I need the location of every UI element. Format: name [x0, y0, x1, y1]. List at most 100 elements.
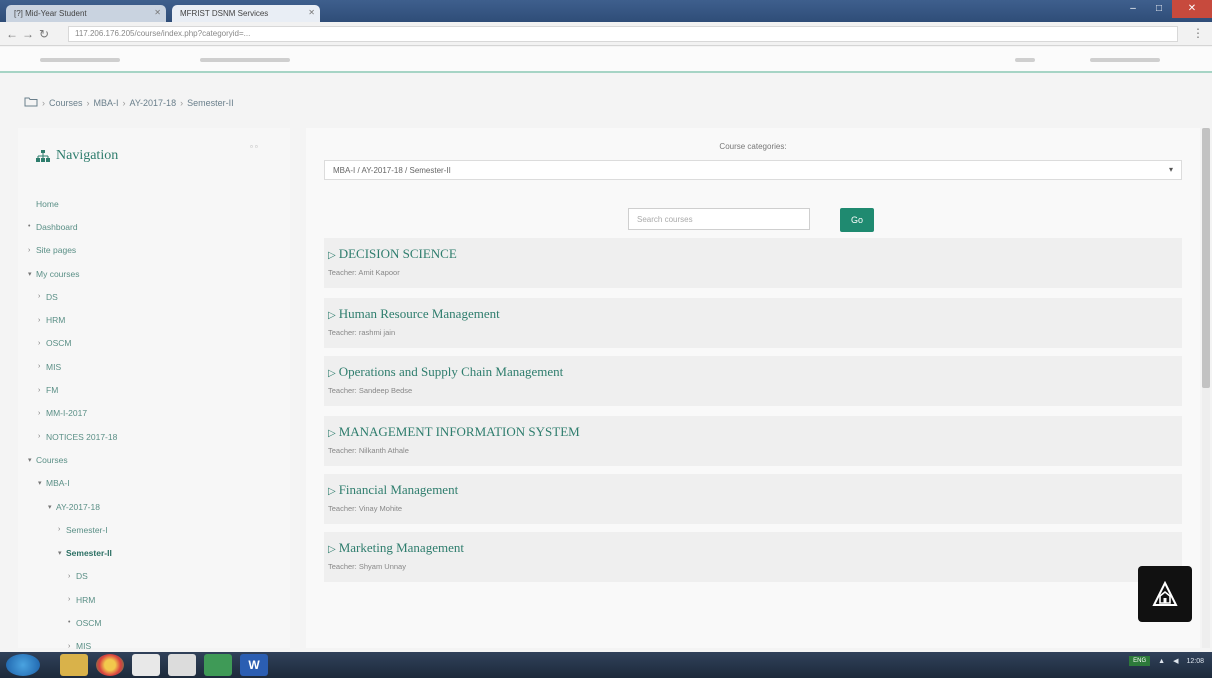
course-item: ▷ Financial Management Teacher: Vinay Mohi… [324, 474, 1182, 524]
breadcrumb-separator: › [42, 97, 45, 108]
tree-arrow-icon[interactable]: › [38, 363, 46, 370]
course-name-link[interactable]: ▷ MANAGEMENT INFORMATION SYSTEM [328, 424, 580, 440]
forward-icon[interactable]: → [20, 26, 36, 42]
tree-arrow-icon[interactable]: ▾ [38, 479, 46, 487]
nav-tree-item[interactable]: › Site pages [28, 239, 278, 262]
nav-tree-item[interactable]: ▾ MBA-I [28, 472, 278, 495]
nav-tree-item[interactable]: › OSCM [28, 332, 278, 355]
breadcrumb-semester[interactable]: Semester-II [187, 98, 234, 108]
tree-arrow-icon[interactable]: ▾ [58, 549, 66, 557]
course-teacher[interactable]: Teacher: Shyam Unnay [328, 562, 406, 571]
breadcrumb-mba[interactable]: MBA-I [94, 98, 119, 108]
browser-tab-2[interactable]: MFRIST DSNM Services ✕ [172, 5, 320, 22]
header-menu-item[interactable] [40, 58, 120, 62]
nav-tree-item[interactable]: • Dashboard [28, 215, 278, 238]
nav-tree-item-label: NOTICES 2017-18 [46, 431, 118, 442]
nav-tree-item-label: OSCM [76, 617, 102, 628]
scrollbar-thumb[interactable] [1202, 128, 1210, 388]
tree-arrow-icon[interactable]: › [38, 410, 46, 417]
tree-arrow-icon[interactable]: • [28, 223, 36, 230]
tree-arrow-icon[interactable]: › [38, 433, 46, 440]
volume-icon[interactable]: ◀ [1173, 657, 1178, 665]
nav-tree-item-label: DS [46, 291, 58, 302]
tree-arrow-icon[interactable]: › [58, 526, 66, 533]
nav-tree-item-label: Semester-II [66, 548, 112, 559]
course-name-link[interactable]: ▷ DECISION SCIENCE [328, 246, 457, 262]
tree-arrow-icon[interactable]: › [28, 247, 36, 254]
close-window-icon[interactable]: ✕ [1172, 0, 1212, 18]
explorer-icon[interactable] [60, 654, 88, 676]
nav-tree-item[interactable]: › DS [28, 565, 278, 588]
app-icon[interactable] [168, 654, 196, 676]
course-teacher[interactable]: Teacher: Sandeep Bedse [328, 386, 412, 395]
nav-tree-item[interactable]: ▾ My courses [28, 262, 278, 285]
tree-arrow-icon[interactable]: › [38, 317, 46, 324]
url-field[interactable]: 117.206.176.205/course/index.php?categor… [68, 26, 1178, 42]
nav-tree-item-label: MBA-I [46, 478, 70, 489]
course-teacher[interactable]: Teacher: rashmi jain [328, 328, 395, 337]
tree-arrow-icon[interactable]: › [38, 293, 46, 300]
search-courses-input[interactable]: Search courses [628, 208, 810, 230]
nav-tree-item[interactable]: › MM-I-2017 [28, 402, 278, 425]
reload-icon[interactable]: ↻ [36, 26, 52, 42]
browser-tab-1[interactable]: [?] Mid-Year Student ✕ [6, 5, 166, 22]
course-name-link[interactable]: ▷ Human Resource Management [328, 306, 500, 322]
nav-tree-item[interactable]: › HRM [28, 588, 278, 611]
tree-arrow-icon[interactable]: ▾ [28, 456, 36, 464]
nav-tree-item-label: MM-I-2017 [46, 408, 88, 419]
tree-arrow-icon[interactable]: ▾ [28, 270, 36, 278]
nav-tree-item-label: Courses [36, 454, 68, 465]
clock[interactable]: 12:08 [1186, 658, 1204, 665]
nav-tree-item[interactable]: › FM [28, 378, 278, 401]
course-name-link[interactable]: ▷ Financial Management [328, 482, 458, 498]
tree-arrow-icon[interactable]: › [68, 573, 76, 580]
nav-tree-item[interactable]: › Semester-I [28, 518, 278, 541]
nav-tree-item[interactable]: ▾ Semester-II [28, 541, 278, 564]
course-name-link[interactable]: ▷ Operations and Supply Chain Management [328, 364, 563, 380]
tree-arrow-icon[interactable]: › [68, 643, 76, 650]
header-menu-item[interactable] [200, 58, 290, 62]
folder-icon[interactable] [24, 96, 38, 109]
tree-arrow-icon[interactable]: › [68, 596, 76, 603]
nav-tree-item[interactable]: • OSCM [28, 611, 278, 634]
course-teacher[interactable]: Teacher: Amit Kapoor [328, 268, 400, 277]
word-icon[interactable]: W [240, 654, 268, 676]
nav-tree-item[interactable]: Home [28, 192, 278, 215]
pdf-icon[interactable] [132, 654, 160, 676]
tree-arrow-icon[interactable]: ▾ [48, 503, 56, 511]
address-bar: ← → ↻ 117.206.176.205/course/index.php?c… [0, 22, 1212, 46]
nav-tree-item[interactable]: › DS [28, 285, 278, 308]
tree-arrow-icon[interactable]: • [68, 619, 76, 626]
network-icon[interactable]: ▲ [1158, 658, 1165, 665]
nav-tree-item[interactable]: › MIS [28, 355, 278, 378]
maximize-icon[interactable]: □ [1146, 0, 1172, 18]
minimize-icon[interactable]: – [1120, 0, 1146, 18]
header-menu-item[interactable] [1015, 58, 1035, 62]
nav-tree-item[interactable]: › HRM [28, 308, 278, 331]
language-badge[interactable]: ENG [1129, 656, 1151, 666]
course-teacher[interactable]: Teacher: Vinay Mohite [328, 504, 402, 513]
tree-arrow-icon[interactable]: › [38, 340, 46, 347]
category-select[interactable]: MBA-I / AY-2017-18 / Semester-II ▾ [324, 160, 1182, 180]
browser-menu-icon[interactable]: ⋮ [1192, 26, 1204, 40]
breadcrumb-year[interactable]: AY-2017-18 [130, 98, 177, 108]
tree-arrow-icon[interactable]: › [38, 387, 46, 394]
close-icon[interactable]: ✕ [154, 8, 161, 17]
chrome-icon[interactable] [96, 654, 124, 676]
block-controls-icon[interactable]: ▫▫ [250, 142, 260, 151]
course-teacher[interactable]: Teacher: Nilkanth Athale [328, 446, 409, 455]
page-scrollbar[interactable] [1202, 128, 1210, 648]
floating-action-button[interactable] [1138, 566, 1192, 622]
start-button-icon[interactable] [6, 654, 40, 676]
close-icon[interactable]: ✕ [308, 8, 315, 17]
user-menu[interactable] [1090, 58, 1160, 62]
course-name-link[interactable]: ▷ Marketing Management [328, 540, 464, 556]
nav-tree-item[interactable]: ▾ Courses [28, 448, 278, 471]
back-icon[interactable]: ← [4, 26, 20, 42]
breadcrumb-separator: › [180, 97, 184, 108]
nav-tree-item[interactable]: › NOTICES 2017-18 [28, 425, 278, 448]
excel-icon[interactable] [204, 654, 232, 676]
nav-tree-item[interactable]: ▾ AY-2017-18 [28, 495, 278, 518]
breadcrumb-courses[interactable]: Courses [49, 98, 83, 108]
go-button[interactable]: Go [840, 208, 874, 232]
